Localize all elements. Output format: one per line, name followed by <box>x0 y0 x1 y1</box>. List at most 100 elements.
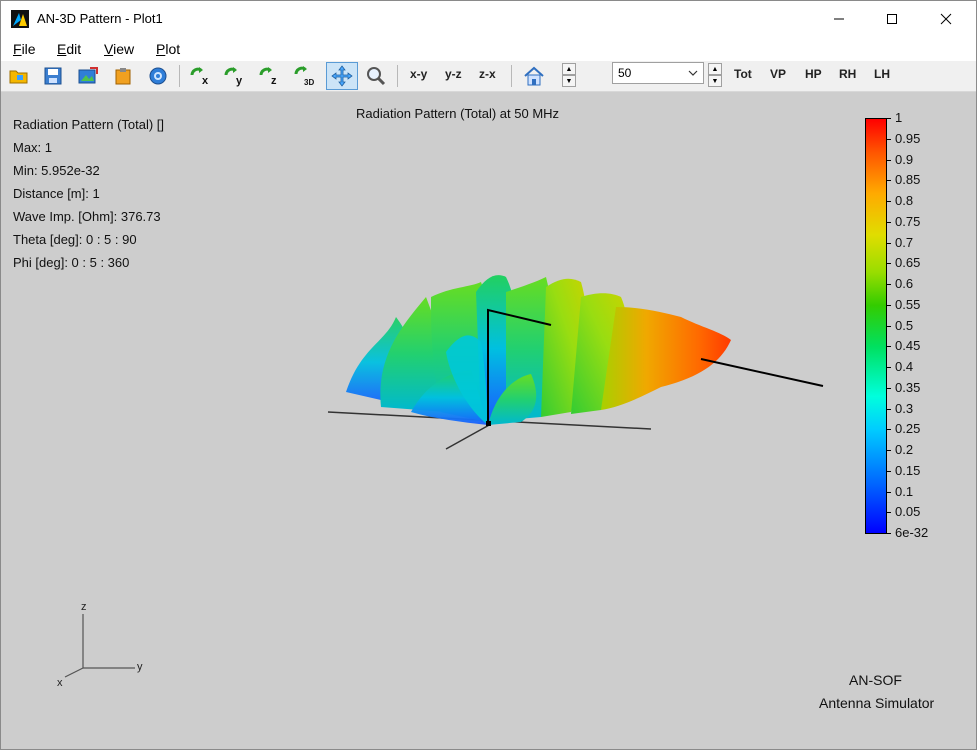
colorbar-label: 0.5 <box>895 317 914 333</box>
rotate-y-button[interactable]: y <box>223 64 247 88</box>
colorbar-tick <box>887 450 891 451</box>
move-arrows-icon <box>331 65 353 87</box>
paste-button[interactable] <box>111 64 135 88</box>
colorbar-tick <box>887 138 891 140</box>
colorbar-tick <box>887 429 891 431</box>
colorbar-tick <box>887 346 891 348</box>
pattern-main-lobe <box>601 307 731 410</box>
image-export-icon <box>78 67 98 84</box>
maximize-icon <box>887 14 897 24</box>
export-image-button[interactable] <box>76 64 100 88</box>
app-logo-icon <box>11 10 29 28</box>
menu-edit[interactable]: Edit <box>57 41 81 57</box>
view-xy-button[interactable]: x-y <box>410 67 427 81</box>
axes-triad: z y x <box>57 601 143 689</box>
title-bar: AN-3D Pattern - Plot1 <box>1 1 976 37</box>
minimize-icon <box>834 18 844 20</box>
colorbar-tick <box>887 470 891 472</box>
toolbar: x y z 3D x-y y-z z-x <box>1 61 976 92</box>
menu-plot[interactable]: Plot <box>156 41 180 57</box>
svg-text:x: x <box>202 75 209 87</box>
svg-text:z: z <box>271 75 277 87</box>
app-window: AN-3D Pattern - Plot1 File Edit View Plo… <box>0 0 977 750</box>
colorbar-tick <box>887 221 891 223</box>
colorbar-label: 0.7 <box>895 234 914 250</box>
vertical-polarization-button[interactable]: VP <box>770 67 786 81</box>
toolbar-separator <box>179 65 180 87</box>
maximize-button[interactable] <box>869 1 915 37</box>
close-button[interactable] <box>923 1 969 37</box>
triad-y-label: y <box>137 661 143 673</box>
rotate-z-icon: z <box>259 67 277 87</box>
colorbar-label: 6e-32 <box>895 525 929 540</box>
colorbar-label: 0.3 <box>895 400 914 416</box>
colorbar-label: 0.9 <box>895 151 914 167</box>
colorbar-tick <box>887 201 891 202</box>
colorbar-label: 0.55 <box>895 296 921 312</box>
colorbar-tick <box>887 304 891 306</box>
settings-button[interactable] <box>146 64 170 88</box>
open-button[interactable] <box>7 64 31 88</box>
colorbar-label: 0.2 <box>895 442 914 457</box>
colorbar-tick <box>887 242 891 244</box>
colorbar-label: 1 <box>895 110 903 125</box>
rotate-x-button[interactable]: x <box>189 64 213 88</box>
right-hand-polarization-button[interactable]: RH <box>839 67 856 81</box>
pan-button[interactable] <box>326 62 358 90</box>
menu-view[interactable]: View <box>104 41 134 57</box>
svg-text:y: y <box>236 75 243 87</box>
frequency-spinner[interactable]: ▲ ▼ <box>708 63 722 89</box>
colorbar-tick <box>887 491 891 493</box>
rotate-3d-button[interactable]: 3D <box>293 64 317 88</box>
colorbar-tick <box>887 387 891 389</box>
spin-up-button[interactable]: ▲ <box>562 63 576 75</box>
zoom-button[interactable] <box>364 64 388 88</box>
total-pattern-button[interactable]: Tot <box>734 67 752 81</box>
colorbar-label: 0.8 <box>895 193 914 208</box>
left-hand-polarization-button[interactable]: LH <box>874 67 890 81</box>
view-spinner[interactable]: ▲ ▼ <box>562 63 576 89</box>
colorbar-label: 0.85 <box>895 172 921 188</box>
colorbar-tick <box>887 367 891 368</box>
brand-name: AN-SOF <box>849 672 902 688</box>
menu-file[interactable]: File <box>13 41 36 57</box>
triad-z-label: z <box>81 601 87 613</box>
colorbar-label: 0.15 <box>895 462 921 478</box>
rotate-z-button[interactable]: z <box>258 64 282 88</box>
colorbar-tick <box>887 533 891 534</box>
minimize-button[interactable] <box>816 1 862 37</box>
brand-tagline: Antenna Simulator <box>819 695 935 711</box>
gear-icon <box>149 67 167 85</box>
menu-bar: File Edit View Plot <box>1 37 976 61</box>
colorbar-tick <box>887 284 891 285</box>
colorbar-tick <box>887 159 891 161</box>
colorbar-label: 0.25 <box>895 421 921 437</box>
frequency-value: 50 <box>618 66 632 80</box>
window-title: AN-3D Pattern - Plot1 <box>37 11 163 26</box>
colorbar-label: 0.4 <box>895 359 914 374</box>
axis-line <box>445 423 492 450</box>
spin-down-button[interactable]: ▼ <box>562 75 576 87</box>
triad-x-label: x <box>57 677 63 689</box>
colorbar-tick <box>887 408 891 410</box>
colorbar-tick <box>887 180 891 182</box>
home-view-button[interactable] <box>522 64 546 88</box>
frequency-select[interactable]: 50 <box>612 62 704 84</box>
clipboard-icon <box>115 68 131 85</box>
plot-canvas[interactable]: Radiation Pattern (Total) [] Max: 1 Min:… <box>1 92 976 749</box>
save-button[interactable] <box>41 64 65 88</box>
colorbar-label: 0.95 <box>895 130 921 146</box>
frequency-up-button[interactable]: ▲ <box>708 63 722 75</box>
view-zx-button[interactable]: z-x <box>479 67 496 81</box>
rotate-x-icon: x <box>190 67 209 87</box>
toolbar-separator <box>511 65 512 87</box>
colorbar-tick <box>887 512 891 514</box>
axis-line <box>700 358 824 387</box>
colorbar-label: 0.6 <box>895 276 914 291</box>
horizontal-polarization-button[interactable]: HP <box>805 67 822 81</box>
frequency-down-button[interactable]: ▼ <box>708 75 722 87</box>
radiation-pattern-3d: z y x <box>57 275 824 689</box>
view-yz-button[interactable]: y-z <box>445 67 462 81</box>
toolbar-separator <box>397 65 398 87</box>
magnifier-icon <box>367 67 386 86</box>
